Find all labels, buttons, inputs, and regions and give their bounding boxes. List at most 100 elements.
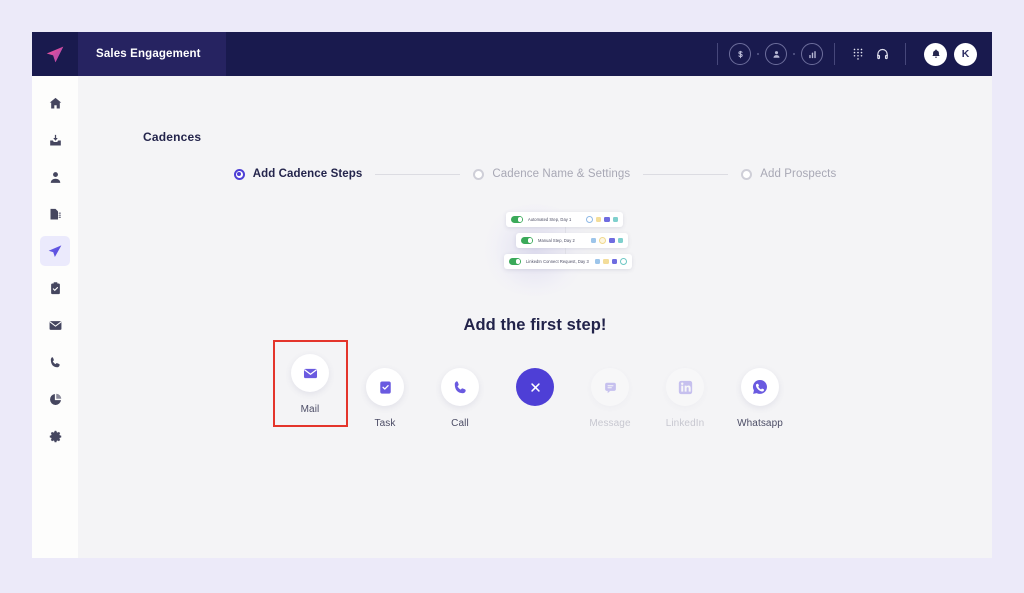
sidebar-item-mail[interactable] [40,310,70,340]
phone-icon [50,356,60,367]
divider [905,43,906,65]
main-content: Cadences Add Cadence Steps Cadence Name … [78,76,992,558]
pie-chart-icon [49,393,61,405]
top-bar: Sales Engagement K [32,32,992,76]
step-option-bubble [366,368,404,406]
analytics-circle-icon[interactable] [801,43,823,65]
sidebar-item-reports[interactable] [40,199,70,229]
headline: Add the first step! [463,316,607,334]
dollar-circle-icon[interactable] [729,43,751,65]
close-x-icon [530,382,540,392]
dollar-glyph [737,50,743,58]
step-option-call[interactable]: Call [423,354,498,429]
stepper-step-add-prospects[interactable]: Add Prospects [741,168,836,180]
paper-plane-icon [48,245,62,257]
sidebar-item-home[interactable] [40,88,70,118]
inbox-download-icon [49,134,61,145]
stepper-label: Cadence Name & Settings [492,168,631,180]
avatar-initial: K [961,48,970,60]
clock-icon [585,216,593,223]
clock-icon [594,258,600,265]
person-icon [50,171,60,183]
toggle-switch-icon [521,237,533,244]
sidebar-item-calls[interactable] [40,347,70,377]
paper-plane-icon [46,46,64,63]
sidebar-item-cadences[interactable] [40,236,70,266]
divider [834,43,835,65]
stepper-step-add-cadence-steps[interactable]: Add Cadence Steps [233,168,363,180]
home-icon [49,97,61,108]
headset-glyph [876,48,888,59]
stepper-label: Add Prospects [760,168,837,180]
delete-icon [617,237,623,244]
app-window: Sales Engagement K Cadences Add Cadence … [32,32,992,558]
delete-icon [612,216,618,223]
app-tab-sales-engagement[interactable]: Sales Engagement [78,32,226,76]
radio-icon [233,168,245,180]
step-option-linkedin[interactable]: LinkedIn [648,354,723,429]
stepper-connector [643,173,729,175]
step-option-mail[interactable]: Mail [272,340,348,427]
document-list-icon [50,208,61,219]
illustration-card-label: Manual Step, Day 2 [538,238,575,243]
dot-separator [757,53,759,55]
step-option-bubble [741,368,779,406]
dot-separator [793,53,795,55]
app-logo[interactable] [32,32,78,76]
sidebar-item-inbox[interactable] [40,125,70,155]
stepper-label: Add Cadence Steps [252,168,363,180]
envelope-icon [49,320,61,330]
headset-icon[interactable] [870,42,894,66]
step-option-label: Mail [300,404,320,415]
dialpad-glyph [853,48,863,60]
app-tab-label: Sales Engagement [96,48,201,60]
phone-icon [454,380,466,393]
step-option-label: Message [589,418,631,429]
step-option-message[interactable]: Message [573,354,648,429]
linkedin-icon [678,380,692,394]
step-option-label: LinkedIn [665,418,705,429]
notifications-button[interactable] [924,42,947,66]
close-button[interactable] [498,354,573,406]
whatsapp-icon [752,379,767,394]
step-option-task[interactable]: Task [348,354,423,429]
page-title: Cadences [143,130,202,144]
step-option-bubble [591,368,629,406]
person-circle-icon[interactable] [765,43,787,65]
bar-chart-glyph [808,50,816,58]
stepper-step-cadence-name-settings[interactable]: Cadence Name & Settings [473,168,630,180]
warning-icon [603,258,609,265]
dialpad-icon[interactable] [846,42,870,66]
sidebar-item-tasks[interactable] [40,273,70,303]
illustration-step-card: Manual Step, Day 2 [516,233,628,248]
envelope-icon [303,368,317,378]
step-option-bubble [666,368,704,406]
toggle-switch-icon [511,216,523,223]
clipboard-icon [50,281,60,294]
close-button-circle [516,368,554,406]
radio-icon [473,168,485,180]
step-option-label: Whatsapp [737,418,783,429]
gear-icon [49,430,61,442]
edit-icon [604,216,610,223]
message-icon [604,382,616,393]
sidebar-item-analytics[interactable] [40,384,70,414]
delete-icon [620,258,627,265]
illustration-card-label: Automated Step, Day 1 [528,217,572,222]
sidebar-item-contacts[interactable] [40,162,70,192]
step-option-whatsapp[interactable]: Whatsapp [723,354,798,429]
step-option-bubble [441,368,479,406]
illustration-card-label: LinkedIn Connect Request, Day 3 [526,259,589,264]
warning-icon [595,216,601,223]
avatar[interactable]: K [954,42,977,66]
bell-icon [931,49,940,58]
warning-icon [599,237,606,244]
sidebar-item-settings[interactable] [40,421,70,451]
illustration-card-icons [590,237,623,244]
step-option-label: Task [374,418,396,429]
step-option-bubble [291,354,329,392]
top-bar-actions: K [706,32,992,76]
radio-icon [741,168,753,180]
cadence-stepper: Add Cadence Steps Cadence Name & Setting… [78,168,992,180]
edit-icon [609,237,615,244]
